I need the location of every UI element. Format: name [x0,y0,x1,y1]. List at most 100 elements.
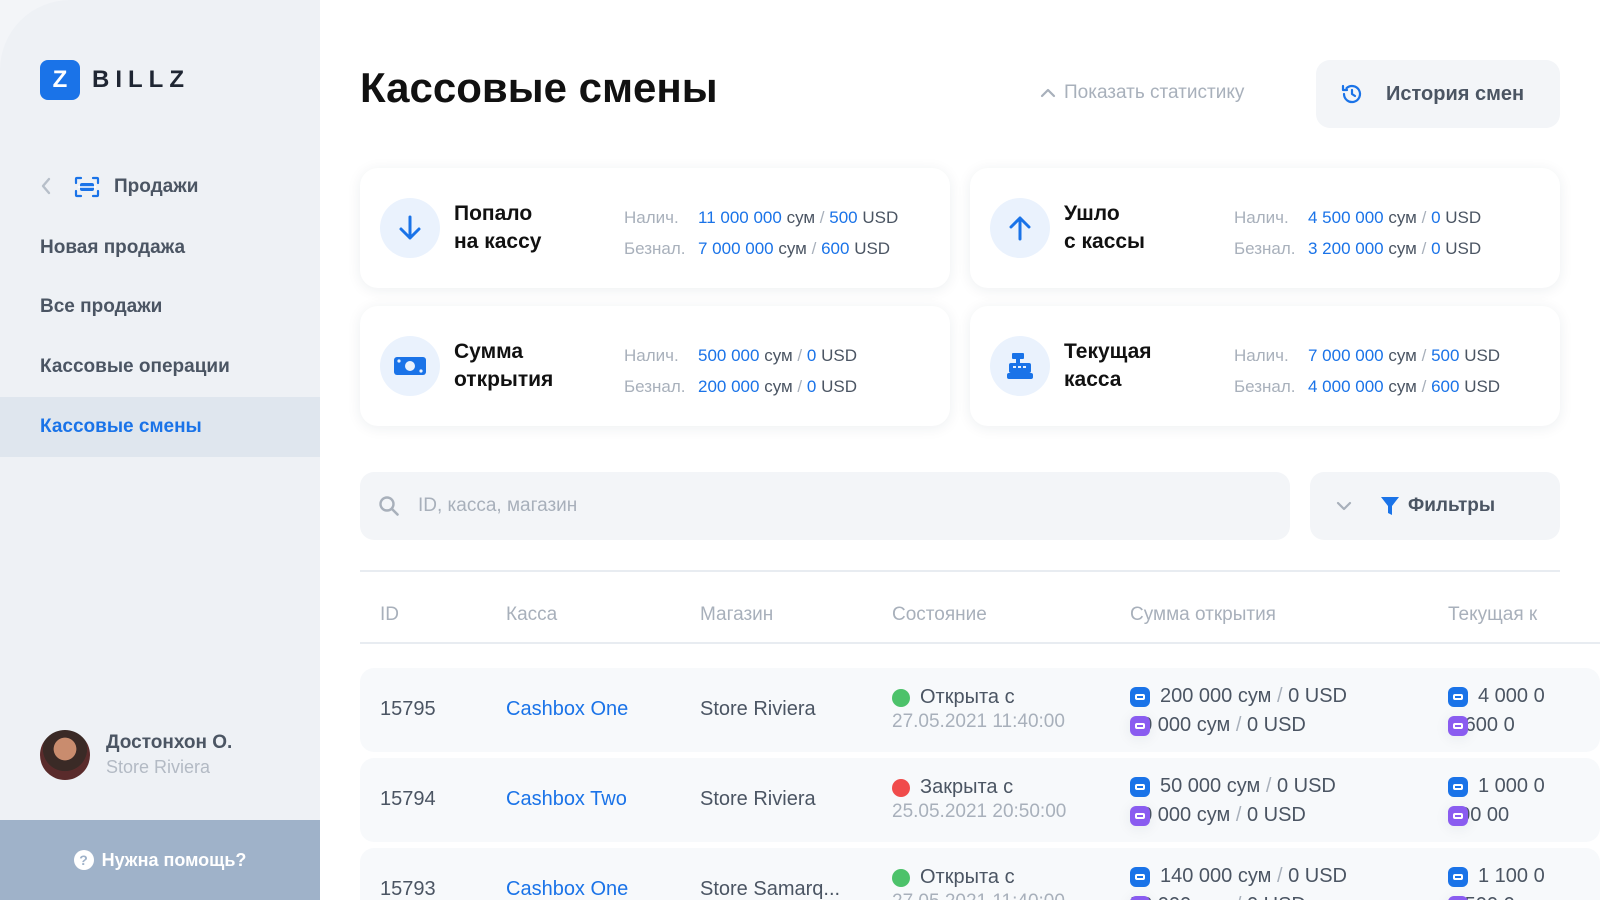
search-bar[interactable] [360,472,1290,540]
card-title-line: Сумма [454,340,524,363]
opening-cash: 200 000 сум [1160,685,1272,707]
table-header: ID Касса Магазин Состояние Сумма открыти… [360,582,1600,644]
user-store: Store Riviera [106,757,211,777]
row-store: Store Samarq... [700,878,841,900]
brand-logo[interactable]: Z BILLZ [40,60,190,100]
help-label: Нужна помощь? [101,849,247,870]
cash-icon [1448,866,1468,887]
sidebar: Z BILLZ Продажи Новая продажа Все продаж… [0,0,320,900]
column-header-opening-sum[interactable]: Сумма открытия [1130,604,1276,626]
card-icon [1130,715,1150,736]
page-title: Кассовые смены [360,64,718,111]
currency: USD [862,208,899,227]
opening-cash-usd: 0 USD [1288,685,1347,707]
opening-card-usd: 0 USD [1246,714,1306,736]
filters-button[interactable]: Фильтры [1310,472,1560,540]
currency: USD [1464,346,1501,365]
opening-cash: 50 000 сум [1160,775,1261,797]
opening-amounts: 200 000 сум / 0 USD 90 000 сум / 0 USD [1130,682,1347,740]
sidebar-item-cash-shifts[interactable]: Кассовые смены [0,397,320,457]
search-input[interactable] [418,495,1218,517]
cash-label: Налич. [624,346,679,365]
chevron-left-icon[interactable] [40,177,56,197]
filter-icon [1381,497,1399,515]
card-title: Ушло с кассы [1064,200,1194,256]
shift-state: Открыта с 27.05.2021 11:40:00 [892,866,1065,900]
card-icon [1448,715,1468,736]
cashbox-link[interactable]: Cashbox Two [506,788,627,811]
card-values: Налич. 7 000 000 сум / 500 USD Безнал. 4 0… [1234,340,1500,402]
current-amounts: 4 000 0 1 600 0 [1448,682,1545,740]
column-header-current-cash[interactable]: Текущая к [1448,604,1537,626]
column-header-id[interactable]: ID [380,604,399,626]
user-name: Достонхон О. [106,732,233,753]
row-id: 15794 [380,788,436,810]
cashbox-link[interactable]: Cashbox One [506,878,628,900]
column-header-store[interactable]: Магазин [700,604,773,626]
card-title-line: открытия [454,368,554,391]
show-stats-toggle[interactable]: Показать статистику [1038,82,1244,104]
card-usd: 600 [1431,377,1460,396]
state-label: Закрыта с [920,776,1014,798]
user-profile[interactable]: Достонхон О. Store Riviera [40,730,232,780]
cash-sum: 11 000 000 [698,208,782,227]
card-title-line: на кассу [454,230,542,253]
table-row[interactable]: 15795 Cashbox One Store Riviera Открыта … [360,668,1600,752]
card-title: Сумма открытия [454,338,584,394]
status-dot-open [892,688,910,707]
state-date: 25.05.2021 20:50:00 [892,801,1067,822]
cash-sum: 4 500 000 [1308,208,1384,227]
currency: сум [1388,239,1417,258]
chevron-down-icon[interactable] [1334,496,1354,516]
cash-icon [1130,866,1150,887]
cash-usd: 0 [1431,208,1441,227]
card-icon [1448,805,1468,826]
table-row[interactable]: 15793 Cashbox One Store Samarq... Открыт… [360,848,1600,900]
currency: USD [821,346,857,365]
state-date: 27.05.2021 11:40:00 [892,711,1065,732]
sidebar-item-new-sale[interactable]: Новая продажа [0,218,320,278]
card-title-line: касса [1064,368,1122,391]
card-values: Налич. 500 000 сум / 0 USD Безнал. 200 000… [624,340,857,402]
cash-label: Налич. [1234,346,1289,365]
card-title-line: Текущая [1064,340,1152,363]
cash-label: Налич. [624,208,679,227]
stat-card-opening-sum: Сумма открытия Налич. 500 000 сум / 0 USD … [360,306,950,426]
currency: сум [1388,208,1417,227]
column-header-cashbox[interactable]: Касса [506,604,557,626]
state-date: 27.05.2021 11:40:00 [892,891,1065,900]
arrow-up-icon [990,198,1050,258]
card-values: Налич. 4 500 000 сум / 0 USD Безнал. 3 200… [1234,202,1481,264]
row-store: Store Riviera [700,788,816,810]
row-id: 15793 [380,878,436,900]
shift-history-button[interactable]: История смен [1316,60,1560,128]
card-usd: 0 [806,377,817,396]
search-icon [379,496,399,516]
history-icon [1341,84,1362,104]
sidebar-item-all-sales[interactable]: Все продажи [0,277,320,337]
sidebar-item-cash-operations[interactable]: Кассовые операции [0,337,320,397]
card-sum: 4 000 000 [1308,377,1384,396]
cash-usd: 0 [806,346,817,365]
sidebar-section-sales[interactable]: Продажи [40,176,198,198]
help-button[interactable]: ? Нужна помощь? [0,820,320,900]
opening-amounts: 140 000 сум / 0 USD 50 000 сум / 0 USD [1130,862,1347,900]
row-id: 15795 [380,698,436,720]
currency: сум [786,208,816,227]
table-row[interactable]: 15794 Cashbox Two Store Riviera Закрыта … [360,758,1600,842]
sidebar-section-label: Продажи [114,176,199,197]
logo-text: BILLZ [92,66,190,93]
arrow-down-icon [380,198,440,258]
card-title-line: с кассы [1064,230,1145,253]
cash-icon [1448,776,1468,797]
column-header-state[interactable]: Состояние [892,604,987,626]
currency: сум [1388,377,1417,396]
currency: сум [764,377,793,396]
cashbox-link[interactable]: Cashbox One [506,698,628,721]
status-dot-open [892,868,910,887]
status-dot-closed [892,778,910,797]
banknote-icon [380,336,440,396]
opening-card-usd: 0 USD [1246,804,1306,826]
card-title-line: Попало [454,202,533,225]
cash-usd: 500 [829,208,858,227]
